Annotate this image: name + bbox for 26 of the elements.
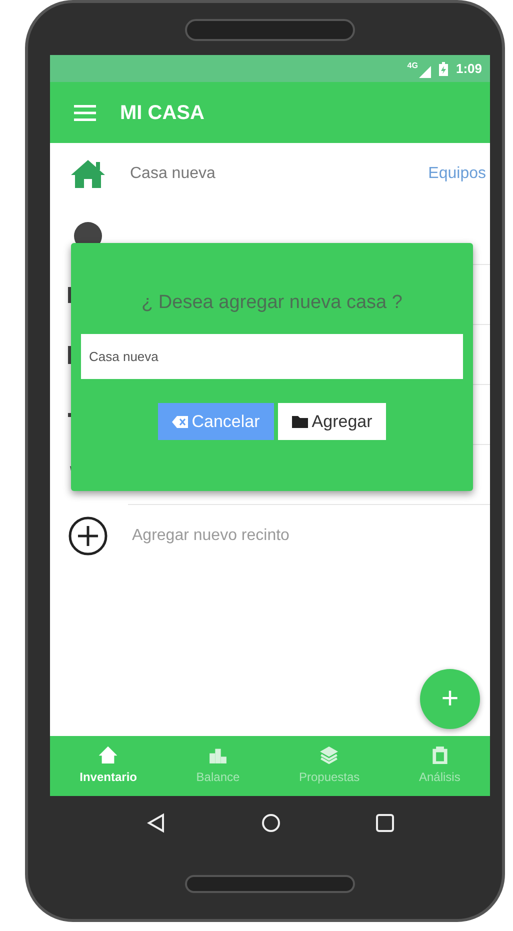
nav-tab[interactable]: Balance [196, 746, 240, 786]
add-room-label[interactable]: Agregar nuevo recinto [132, 524, 290, 548]
add-button[interactable]: Agregar [278, 402, 386, 440]
clipboard-icon [430, 746, 449, 764]
equipment-link[interactable]: Equipos [428, 162, 490, 186]
nav-tab[interactable]: Propuestas [298, 746, 360, 786]
app-title: MI CASA [120, 100, 204, 126]
house-icon [70, 159, 106, 189]
home-icon [99, 746, 118, 764]
recents-icon[interactable] [376, 814, 394, 832]
folder-icon [292, 416, 308, 428]
house-name: Casa nueva [130, 164, 216, 184]
backspace-icon [172, 416, 188, 428]
house-name-field[interactable]: Casa nueva [81, 334, 463, 378]
add-fab[interactable]: + [420, 669, 480, 729]
battery-icon [438, 62, 448, 76]
dialog-title: ¿ Desea agregar nueva casa ? [140, 291, 404, 315]
back-icon[interactable] [146, 812, 166, 832]
nav-tab[interactable]: Inventario [80, 746, 137, 786]
cancel-button[interactable]: Cancelar [158, 402, 274, 440]
home-circle-icon[interactable] [260, 812, 281, 832]
layers-icon [320, 746, 338, 764]
status-time: 1:09 [456, 60, 482, 78]
add-circle-icon[interactable] [68, 516, 108, 556]
bar-chart-icon [208, 746, 227, 764]
nav-tab[interactable]: Análisis [418, 746, 460, 786]
